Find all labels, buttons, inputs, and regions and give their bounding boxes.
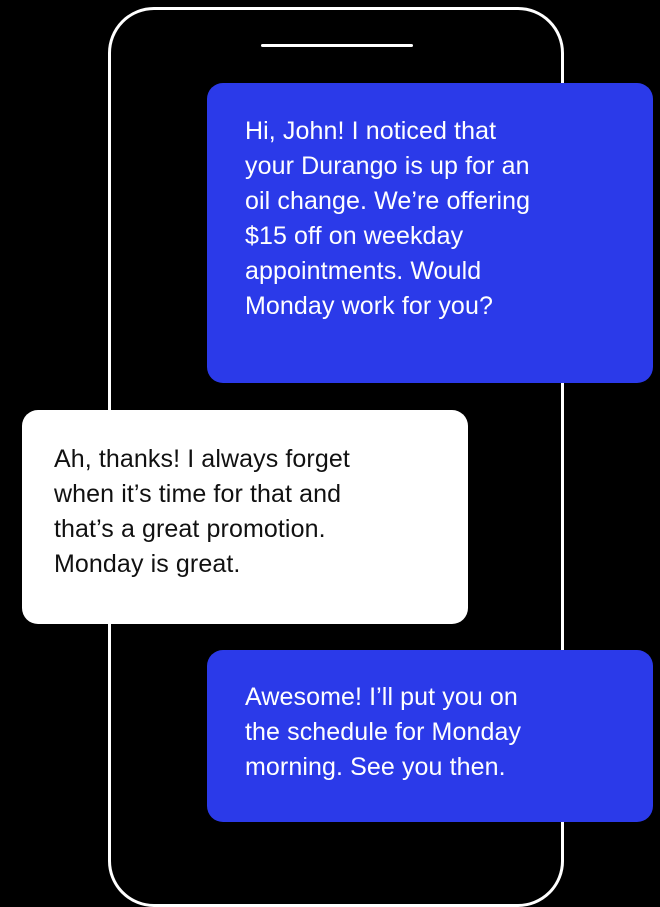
message-text: Hi, John! I noticed that your Durango is… xyxy=(245,117,531,320)
message-bubble-outgoing: Hi, John! I noticed that your Durango is… xyxy=(207,83,653,383)
message-bubble-outgoing: Awesome! I’ll put you on the schedule fo… xyxy=(207,650,653,822)
message-bubble-incoming: Ah, thanks! I always forget when it’s ti… xyxy=(22,410,468,624)
message-text: Ah, thanks! I always forget when it’s ti… xyxy=(54,445,350,578)
message-text: Awesome! I’ll put you on the schedule fo… xyxy=(245,683,522,781)
phone-speaker-notch xyxy=(261,44,413,47)
